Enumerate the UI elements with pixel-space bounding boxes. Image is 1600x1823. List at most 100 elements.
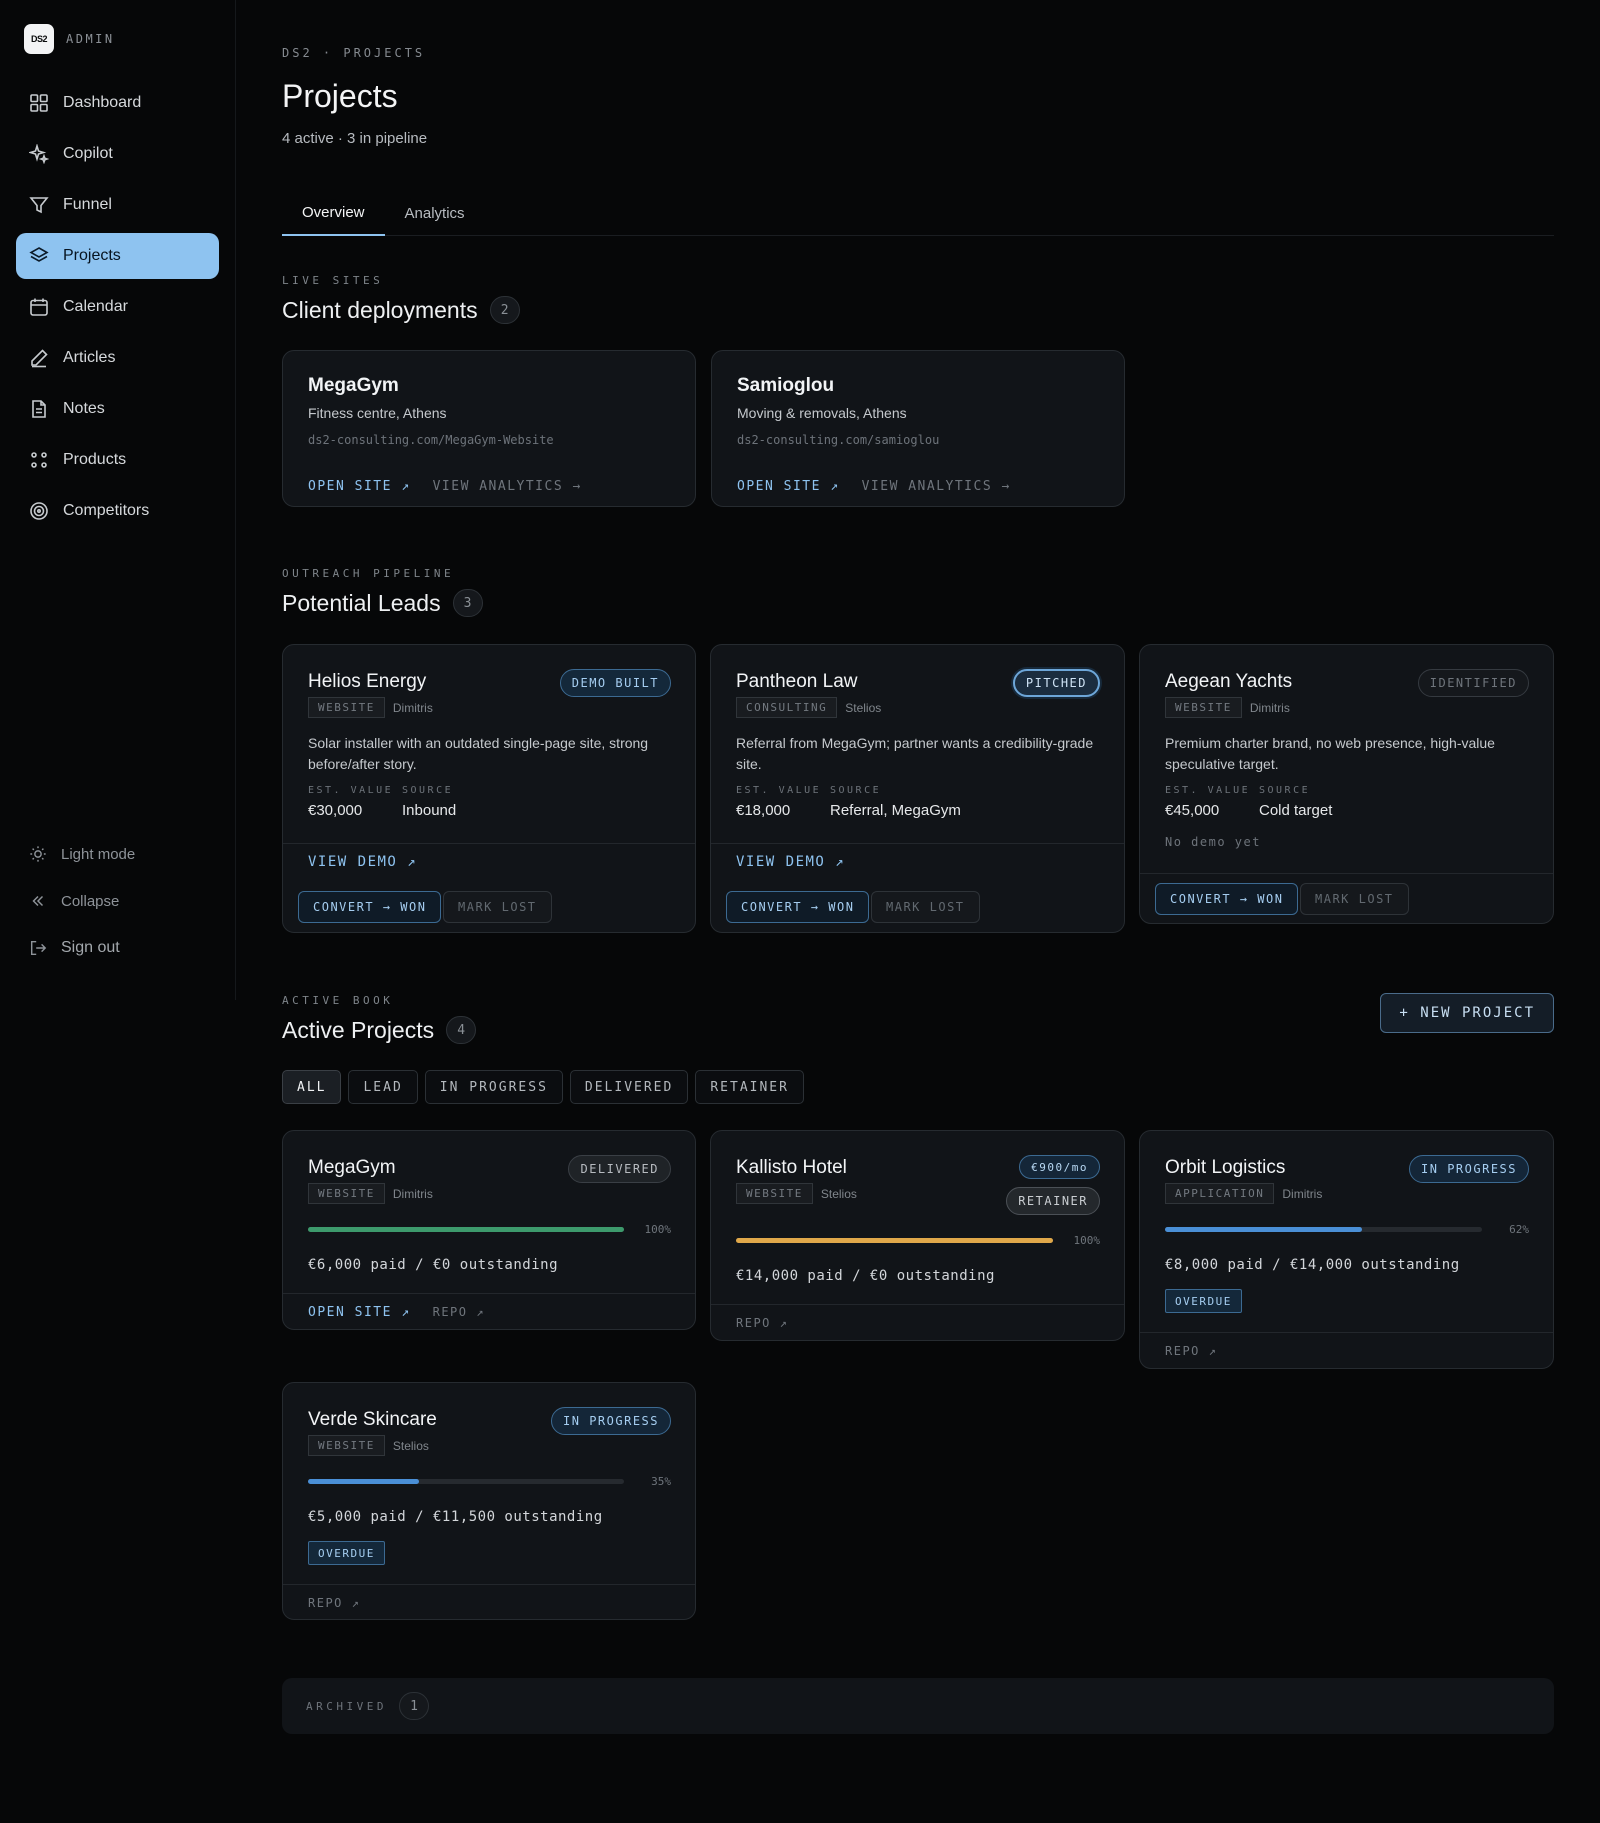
progress-bar <box>736 1238 1053 1243</box>
view-analytics-link[interactable]: VIEW ANALYTICS → <box>862 479 1011 494</box>
light-mode-toggle[interactable]: Light mode <box>16 836 219 872</box>
sidebar-item-calendar[interactable]: Calendar <box>16 284 219 330</box>
filter-delivered[interactable]: DELIVERED <box>569 1070 689 1104</box>
tab-analytics[interactable]: Analytics <box>385 190 485 236</box>
payment-summary: €14,000 paid / €0 outstanding <box>736 1268 995 1284</box>
convert-won-button[interactable]: CONVERT → WON <box>726 891 870 923</box>
card-actions: REPO ↗ <box>736 1316 788 1330</box>
sidebar-item-projects[interactable]: Projects <box>16 233 219 279</box>
divider <box>283 1293 695 1294</box>
view-demo-link[interactable]: VIEW DEMO ↗ <box>736 854 845 870</box>
type-tag: APPLICATION <box>1165 1183 1275 1204</box>
filter-lead[interactable]: LEAD <box>348 1070 418 1104</box>
tab-bar: Overview Analytics <box>282 190 1554 236</box>
repo-link[interactable]: REPO ↗ <box>1165 1344 1217 1358</box>
sidebar-item-funnel[interactable]: Funnel <box>16 182 219 228</box>
card-url: ds2-consulting.com/MegaGym-Website <box>308 433 554 447</box>
sidebar-item-articles[interactable]: Articles <box>16 335 219 381</box>
card-description: Moving & removals, Athens <box>737 405 907 421</box>
est-value: EST. VALUE €30,000 <box>308 785 393 819</box>
progress-percent: 35% <box>651 1475 671 1488</box>
status-badge: IN PROGRESS <box>1409 1155 1529 1183</box>
sidebar-item-notes[interactable]: Notes <box>16 386 219 432</box>
status-badge: RETAINER <box>1006 1187 1100 1215</box>
sidebar-item-label: Copilot <box>63 145 113 162</box>
target-icon <box>30 502 48 520</box>
document-icon <box>32 400 46 418</box>
est-value-amount: €30,000 <box>308 802 363 819</box>
open-site-link[interactable]: OPEN SITE ↗ <box>737 479 840 494</box>
tab-overview[interactable]: Overview <box>282 190 385 236</box>
convert-won-button[interactable]: CONVERT → WON <box>1155 883 1299 915</box>
sidebar-item-competitors[interactable]: Competitors <box>16 488 219 534</box>
owner: Dimitris <box>1249 700 1290 715</box>
section-title-active: Active Projects 4 <box>282 1016 477 1044</box>
sidebar-item-dashboard[interactable]: Dashboard <box>16 80 219 126</box>
brand[interactable]: DS2 ADMIN <box>24 24 115 54</box>
repo-link[interactable]: REPO ↗ <box>736 1316 788 1330</box>
card-title: Pantheon Law <box>736 671 858 692</box>
sidebar-item-label: Dashboard <box>63 94 142 111</box>
mark-lost-button[interactable]: MARK LOST <box>871 891 980 923</box>
repo-link[interactable]: REPO ↗ <box>433 1305 485 1320</box>
est-value-label: EST. VALUE <box>1165 785 1251 796</box>
type-tag: CONSULTING <box>736 697 838 718</box>
est-value: EST. VALUE €45,000 <box>1165 785 1250 819</box>
lead-card-helios-energy: Helios Energy DEMO BUILT WEBSITE Dimitri… <box>282 644 696 933</box>
filter-all[interactable]: ALL <box>282 1070 342 1104</box>
type-tag: WEBSITE <box>308 1435 385 1456</box>
card-description: Fitness centre, Athens <box>308 405 447 421</box>
count-badge: 2 <box>489 296 520 324</box>
card-title: Verde Skincare <box>308 1409 437 1430</box>
filter-in-progress[interactable]: IN PROGRESS <box>424 1070 563 1104</box>
archived-label: ARCHIVED <box>306 1699 387 1713</box>
new-project-button[interactable]: + NEW PROJECT <box>1380 993 1554 1033</box>
retainer-fee-badge: €900/mo <box>1019 1155 1100 1179</box>
sidebar-item-copilot[interactable]: Copilot <box>16 131 219 177</box>
section-title-text: Potential Leads <box>282 589 441 616</box>
open-site-link[interactable]: OPEN SITE ↗ <box>308 1305 411 1320</box>
status-badge: IDENTIFIED <box>1417 669 1529 697</box>
archived-section-toggle[interactable]: ARCHIVED 1 <box>282 1678 1554 1734</box>
view-demo-link[interactable]: VIEW DEMO ↗ <box>308 854 417 870</box>
card-meta: WEBSITE Stelios <box>308 1435 429 1456</box>
filter-retainer[interactable]: RETAINER <box>695 1070 804 1104</box>
funnel-icon <box>29 197 49 214</box>
card-title: MegaGym <box>308 1157 396 1178</box>
project-card-verde-skincare: Verde Skincare IN PROGRESS WEBSITE Steli… <box>282 1382 696 1620</box>
view-analytics-link[interactable]: VIEW ANALYTICS → <box>433 479 582 494</box>
card-meta: WEBSITE Dimitris <box>308 1183 433 1204</box>
convert-won-button[interactable]: CONVERT → WON <box>298 891 442 923</box>
card-actions: OPEN SITE ↗ VIEW ANALYTICS → <box>737 479 1011 494</box>
page-title: Projects <box>282 78 398 114</box>
collapse-button[interactable]: Collapse <box>16 883 219 919</box>
sign-out-button[interactable]: Sign out <box>16 930 219 966</box>
owner: Dimitris <box>392 700 433 715</box>
card-actions: REPO ↗ <box>308 1596 360 1610</box>
sidebar-item-products[interactable]: Products <box>16 437 219 483</box>
calendar-icon <box>30 298 48 316</box>
est-value: EST. VALUE €18,000 <box>736 785 821 819</box>
section-title-live: Client deployments 2 <box>282 296 520 324</box>
card-title: Samioglou <box>737 375 835 396</box>
source: SOURCE Cold target <box>1259 785 1332 819</box>
owner: Stelios <box>820 1186 857 1201</box>
progress-fill <box>1165 1227 1362 1232</box>
divider <box>711 843 1124 844</box>
source-value: Inbound <box>402 802 457 819</box>
progress-percent: 100% <box>644 1223 672 1236</box>
source: SOURCE Inbound <box>402 785 456 819</box>
source: SOURCE Referral, MegaGym <box>830 785 961 819</box>
project-card-kallisto-hotel: Kallisto Hotel €900/mo RETAINER WEBSITE … <box>710 1130 1125 1341</box>
pen-icon <box>31 349 48 368</box>
open-site-link[interactable]: OPEN SITE ↗ <box>308 479 411 494</box>
mark-lost-button[interactable]: MARK LOST <box>443 891 552 923</box>
mark-lost-button[interactable]: MARK LOST <box>1300 883 1409 915</box>
type-tag: WEBSITE <box>1165 697 1242 718</box>
section-title-text: Client deployments <box>282 296 478 323</box>
card-title: Orbit Logistics <box>1165 1157 1286 1178</box>
lead-card-pantheon-law: Pantheon Law PITCHED CONSULTING Stelios … <box>710 644 1125 933</box>
repo-link[interactable]: REPO ↗ <box>308 1596 360 1610</box>
card-meta: WEBSITE Dimitris <box>1165 697 1290 718</box>
section-kicker-leads: OUTREACH PIPELINE <box>282 567 455 580</box>
